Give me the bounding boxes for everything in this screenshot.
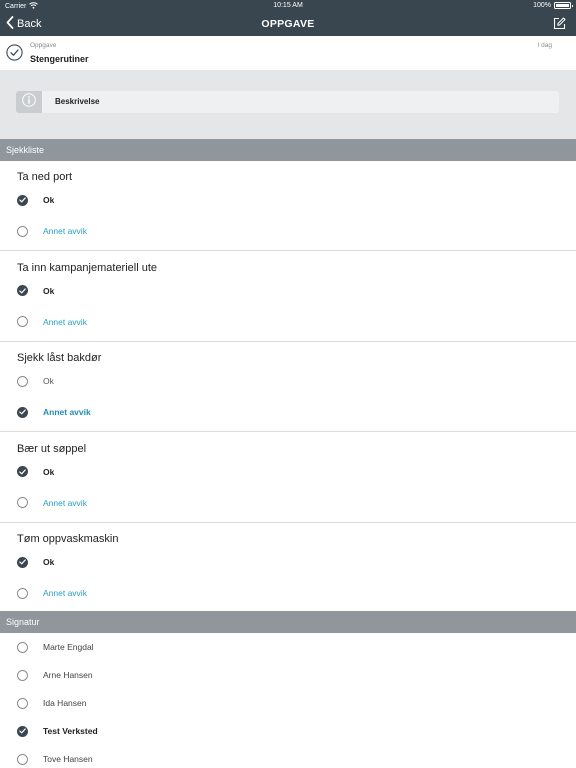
back-label: Back [17,18,42,30]
signature-person: Test Verksted [0,717,576,745]
annet-avvik-label: Annet avvik [43,588,87,598]
radio-unchecked-icon [17,375,28,387]
page-title: OPPGAVE [261,18,315,30]
annet-avvik-option[interactable]: Annet avvik [17,585,87,601]
ok-label: Ok [43,557,55,567]
checklist-section-header: Sjekkliste [0,139,576,161]
radio-unchecked-icon [17,497,28,508]
signature-person-label: Arne Hansen [43,670,93,680]
description-area: Beskrivelse [0,70,576,139]
signature-section-header: Signatur [0,611,576,633]
checklist-item-title: Ta ned port [17,171,73,183]
back-button[interactable]: Back [6,16,41,32]
info-icon [22,92,36,112]
radio-checked-icon [17,194,28,206]
radio-unchecked-icon [17,669,28,681]
task-status-check-icon[interactable] [6,44,23,66]
battery-icon [554,2,573,9]
annet-avvik-label: Annet avvik [43,226,87,236]
signature-person-option[interactable]: Ida Hansen [17,695,86,711]
ok-option[interactable]: Ok [17,554,54,570]
radio-checked-icon [17,556,28,568]
task-type-label: Oppgave [30,42,57,49]
annet-avvik-option[interactable]: Annet avvik [17,223,87,239]
radio-checked-icon [17,725,28,737]
ok-label: Ok [43,466,55,477]
checklist-item: Sjekk låst bakdør Ok Annet avvik [0,342,576,432]
checklist-item: Ta ned port Ok Annet avvik [0,161,576,251]
checklist-item: Bær ut søppel Ok Annet avvik [0,432,576,523]
signature-person-label: Test Verksted [43,726,98,736]
radio-unchecked-icon [17,225,28,237]
ok-label: Ok [43,376,54,386]
signature-person: Arne Hansen [0,661,576,689]
checklist-header-label: Sjekkliste [6,145,45,155]
radio-checked-icon [17,406,28,418]
signature-person-option[interactable]: Arne Hansen [17,667,93,683]
radio-unchecked-icon [17,587,28,599]
annet-avvik-label: Annet avvik [43,497,87,508]
checklist-item: Ta inn kampanjemateriell ute Ok Annet avvi… [0,251,576,342]
description-label: Beskrivelse [55,97,100,106]
status-time: 10:15 AM [273,2,303,9]
signature-person: Tove Hansen [0,745,576,768]
signature-person-option[interactable]: Tove Hansen [17,751,93,767]
ok-option[interactable]: Ok [17,464,54,480]
signature-header-label: Signatur [6,617,40,627]
ok-label: Ok [43,285,55,296]
radio-unchecked-icon [17,316,28,327]
signature-person: Marte Engdal [0,633,576,661]
battery-percent: 100% [533,2,551,9]
signature-person-label: Ida Hansen [43,698,87,708]
task-name: Stengerutiner [30,54,89,64]
radio-unchecked-icon [17,697,28,709]
task-header: Oppgave Stengerutiner I dag [0,36,576,70]
checklist-item-title: Ta inn kampanjemateriell ute [17,261,158,274]
status-bar: Carrier 10:15 AM 100% [0,0,576,12]
annet-avvik-label: Annet avvik [43,407,91,417]
annet-avvik-option[interactable]: Annet avvik [17,314,87,330]
annet-avvik-option[interactable]: Annet avvik [17,404,91,420]
checklist-item-title: Tøm oppvaskmaskin [17,533,119,545]
ok-option[interactable]: Ok [17,283,54,299]
compose-icon [553,17,566,34]
checklist-item-title: Bær ut søppel [17,442,87,455]
signature-person: Ida Hansen [0,689,576,717]
signature-person-option[interactable]: Marte Engdal [17,639,94,655]
radio-checked-icon [17,466,28,477]
ok-label: Ok [43,195,55,205]
signature-person-label: Tove Hansen [43,754,93,764]
radio-unchecked-icon [17,753,28,765]
description-button[interactable]: Beskrivelse [16,91,559,113]
edit-button[interactable] [553,17,566,35]
checklist-item: Tøm oppvaskmaskin Ok Annet avvik [0,523,576,613]
annet-avvik-label: Annet avvik [43,316,87,327]
task-due-label: I dag [537,42,552,49]
navigation-bar: Back OPPGAVE [0,12,576,36]
chevron-left-icon [6,16,14,32]
checklist-item-title: Sjekk låst bakdør [17,352,102,364]
signature-person-option[interactable]: Test Verksted [17,723,98,739]
radio-checked-icon [17,285,28,296]
signature-person-label: Marte Engdal [43,642,94,652]
radio-unchecked-icon [17,641,28,653]
ok-option[interactable]: Ok [17,192,54,208]
annet-avvik-option[interactable]: Annet avvik [17,495,87,511]
ok-option[interactable]: Ok [17,373,54,389]
